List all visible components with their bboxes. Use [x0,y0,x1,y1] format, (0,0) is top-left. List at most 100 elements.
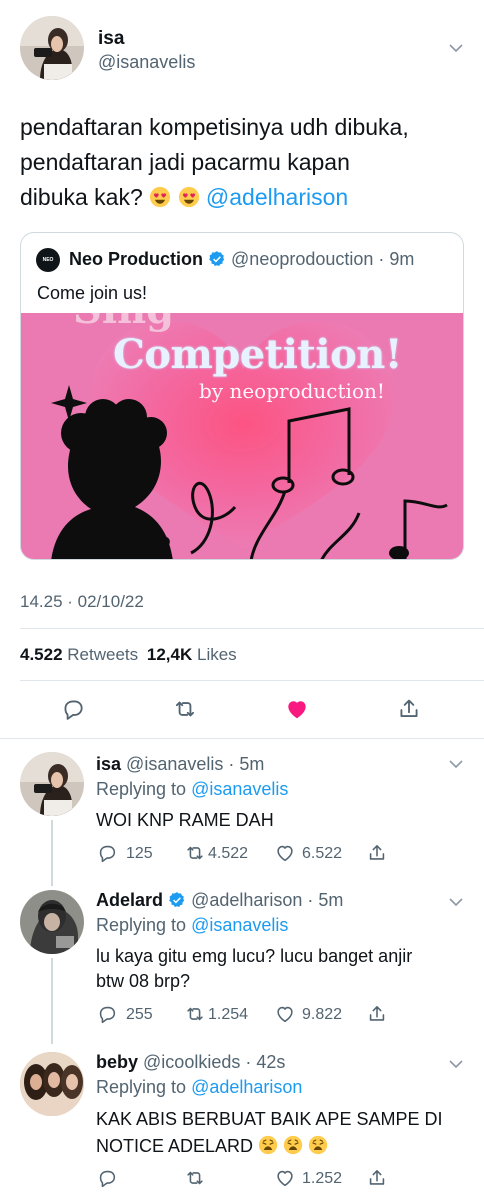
tweet-text-fragment: dibuka kak? [20,184,143,210]
reply-avatar[interactable] [20,1052,84,1116]
share-icon[interactable] [366,1003,388,1025]
reply-text-line: NOTICE ADELARD [96,1133,442,1160]
image-subtitle: by neoproduction! [199,379,385,403]
chevron-down-icon[interactable] [446,892,466,912]
retweets-count[interactable]: 4.522 [20,645,63,664]
tweet-stats: 4.522 Retweets 12,4K Likes [20,645,237,665]
verified-badge-icon [209,251,225,266]
share-icon[interactable] [396,696,422,722]
divider [20,680,484,681]
quoted-text: Come join us! [37,283,148,303]
replying-to-mention[interactable]: @adelharison [191,1077,302,1097]
retweets-label[interactable]: Retweets [67,645,138,664]
verified-badge-icon [169,892,185,907]
reply-display-name[interactable]: beby [96,1052,138,1072]
logo-text: NEO PROD [42,257,54,263]
reply-text-line: KAK ABIS BERBUAT BAIK APE SAMPE DI [96,1109,443,1129]
like-count: 6.522 [302,845,343,862]
replying-to: Replying to @isanavelis [96,779,288,800]
share-icon[interactable] [366,842,388,864]
reply-text-line: btw 08 brp? [96,971,191,991]
quoted-image[interactable]: Sing Competition! by neoproduction! [21,313,463,559]
reply-text: WOI KNP RAME DAH [96,810,274,830]
reply-handle[interactable]: @icoolkieds [143,1052,240,1072]
reply-handle[interactable]: @adelharison [191,890,302,910]
reply-icon[interactable] [60,696,86,722]
replying-to-label: Replying to [96,1077,187,1097]
retweet-icon[interactable] [184,1167,206,1189]
reply-icon[interactable] [96,1167,118,1189]
reply-display-name[interactable]: isa [96,754,121,774]
thread-line [51,820,53,886]
reply-count: 255 [126,1006,153,1023]
tweet-timestamp[interactable]: 14.25 · 02/10/22 [20,592,144,612]
retweet-count: 1.254 [208,1006,249,1023]
likes-label[interactable]: Likes [197,645,237,664]
avatar[interactable] [20,16,84,80]
tweet-text: pendaftaran kompetisinya udh dibuka, pen… [20,110,470,215]
quoted-avatar: NEO PROD [36,248,60,272]
chevron-down-icon[interactable] [446,754,466,774]
divider [0,738,484,739]
reply-count: 125 [126,845,153,862]
tweet-text-line: pendaftaran jadi pacarmu kapan [20,149,350,175]
quoted-display-name: Neo Production [69,249,203,269]
replying-to-mention[interactable]: @isanavelis [191,915,288,935]
mention-link[interactable]: @adelharison [206,184,348,210]
reply-text-line: lu kaya gitu emg lucu? lucu banget anjir [96,946,413,966]
reply-text: lu kaya gitu emg lucu? lucu banget anjir… [96,944,412,994]
weary-face-emoji [308,1135,328,1155]
retweet-icon[interactable] [184,1003,206,1025]
reply-actions: 255 1.254 9.822 [96,1003,396,1027]
smiling-face-heart-eyes-emoji [178,186,200,208]
quoted-header: Neo Production @neoprodouction · 9m [69,249,414,270]
weary-face-emoji [283,1135,303,1155]
tweet-text-line: pendaftaran kompetisinya udh dibuka, [20,114,409,140]
image-title: Competition! [113,331,402,378]
chevron-down-icon[interactable] [446,1054,466,1074]
handle[interactable]: @isanavelis [98,52,195,73]
reply-header: beby @icoolkieds · 42s [96,1052,285,1073]
like-count: 9.822 [302,1006,343,1023]
tweet-text-line: dibuka kak? @adelharison [20,180,470,215]
reply-text: KAK ABIS BERBUAT BAIK APE SAMPE DI NOTIC… [96,1106,442,1160]
weary-face-emoji [258,1135,278,1155]
retweet-icon[interactable] [172,696,198,722]
reply-avatar[interactable] [20,890,84,954]
reply-time: · 5m [228,754,265,774]
reply-icon[interactable] [96,1003,118,1025]
quoted-time: · 9m [378,249,415,269]
quoted-tweet-card[interactable]: NEO PROD Neo Production @neoprodouction … [20,232,464,560]
replying-to-mention[interactable]: @isanavelis [191,779,288,799]
reply-time: · 5m [307,890,344,910]
heart-icon[interactable] [284,696,310,722]
thread-line [51,958,53,1044]
smiling-face-heart-eyes-emoji [149,186,171,208]
retweet-icon[interactable] [184,842,206,864]
retweet-count: 4.522 [208,845,249,862]
heart-icon[interactable] [274,1167,296,1189]
heart-icon[interactable] [274,842,296,864]
quoted-handle: @neoprodouction [231,249,374,269]
reply-actions: 1.252 [96,1167,396,1191]
reply-avatar[interactable] [20,752,84,816]
share-icon[interactable] [366,1167,388,1189]
replying-to: Replying to @adelharison [96,1077,302,1098]
chevron-down-icon[interactable] [446,38,466,58]
reply-icon[interactable] [96,842,118,864]
replying-to-label: Replying to [96,779,187,799]
reply-display-name[interactable]: Adelard [96,890,163,910]
heart-icon[interactable] [274,1003,296,1025]
reply-header: Adelard @adelharison · 5m [96,890,343,911]
replying-to-label: Replying to [96,915,187,935]
svg-text:Sing: Sing [73,313,174,333]
reply-text-fragment: NOTICE ADELARD [96,1136,254,1156]
reply-actions: 125 4.522 6.522 [96,842,396,866]
reply-time: · 42s [245,1052,286,1072]
like-count: 1.252 [302,1170,343,1187]
reply-header: isa @isanavelis · 5m [96,754,264,775]
replying-to: Replying to @isanavelis [96,915,288,936]
likes-count[interactable]: 12,4K [147,645,192,664]
display-name[interactable]: isa [98,28,124,50]
reply-handle[interactable]: @isanavelis [126,754,223,774]
